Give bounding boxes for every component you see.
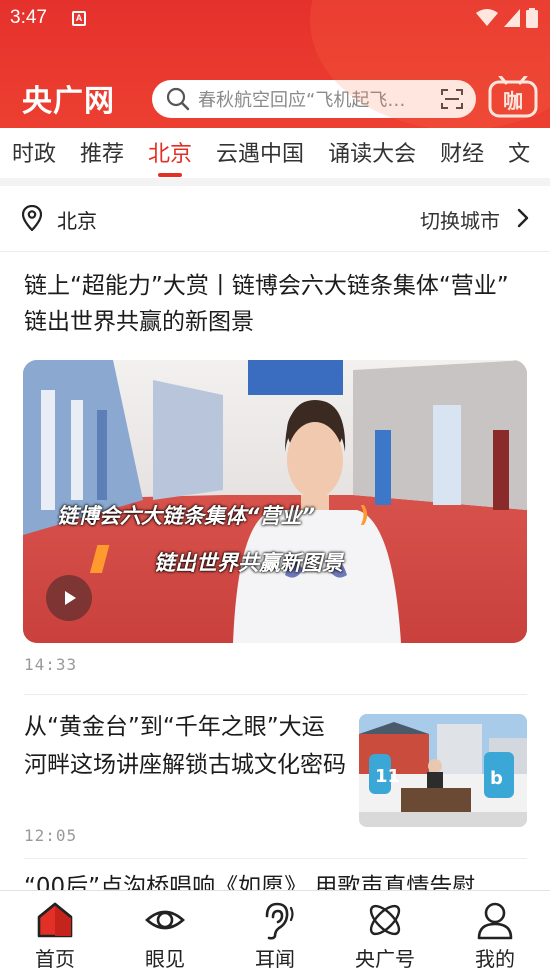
status-indicators	[476, 8, 538, 28]
tab-1[interactable]: 推荐	[80, 128, 124, 168]
nav-label: 耳闻	[255, 947, 295, 971]
article-title[interactable]: 链上“超能力”大赏丨链博会六大链条集体“营业” 链出世界共赢的新图景	[24, 268, 524, 340]
tab-2[interactable]: 北京	[148, 128, 192, 168]
location-bar: 北京 切换城市	[0, 186, 550, 252]
signal-icon	[504, 9, 520, 27]
article-title[interactable]: 从“黄金台”到“千年之眼”大运河畔这场讲座解锁古城文化密码	[24, 708, 346, 784]
location-pin-icon	[22, 205, 42, 231]
svg-text:b: b	[490, 768, 503, 789]
search-bar[interactable]: 春秋航空回应“飞机起飞…	[152, 80, 476, 118]
nav-label: 首页	[35, 947, 75, 971]
app-screen: 3:47 A 央广网 春秋航空回应“飞机起飞… 咖 时政 推荐 北京 云遇中国 …	[0, 0, 550, 979]
article-time: 14:33	[24, 655, 78, 674]
play-button[interactable]	[46, 575, 92, 621]
battery-icon	[526, 8, 538, 28]
divider	[24, 694, 527, 695]
svg-text:11: 11	[375, 766, 400, 787]
nav-ear[interactable]: 耳闻	[220, 891, 330, 979]
tab-5[interactable]: 财经	[440, 128, 484, 168]
status-bar: 3:47 A	[0, 0, 550, 36]
wifi-icon	[476, 9, 498, 26]
video-thumbnail[interactable]: ( ) 链博会六大链条集体“营业” 链出世界共赢新图景	[23, 360, 527, 643]
video-caption-line1: 链博会六大链条集体“营业”	[57, 504, 316, 528]
eye-icon	[145, 910, 185, 930]
search-placeholder: 春秋航空回应“飞机起飞…	[198, 90, 406, 111]
nav-label: 眼见	[145, 947, 185, 971]
nav-profile[interactable]: 我的	[440, 891, 550, 979]
tab-separator	[0, 178, 550, 186]
scan-icon[interactable]	[440, 88, 464, 110]
ear-icon	[265, 902, 294, 940]
bottom-navigation: 首页 眼见 耳闻 央广号 我的	[0, 890, 550, 979]
svg-text:咖: 咖	[503, 89, 523, 113]
tab-4[interactable]: 诵读大会	[328, 128, 416, 168]
app-logo[interactable]: 央广网	[22, 80, 115, 119]
notification-icon: A	[72, 11, 86, 26]
status-time: 3:47	[10, 7, 47, 28]
play-icon	[65, 591, 76, 605]
nav-label: 我的	[475, 947, 515, 971]
voice-broadcast-icon[interactable]: 咖	[488, 76, 538, 118]
video-caption-line2: 链出世界共赢新图景	[154, 551, 343, 575]
search-icon	[166, 87, 190, 111]
profile-icon	[477, 902, 513, 940]
channel-tabs: 时政 推荐 北京 云遇中国 诵读大会 财经文	[0, 128, 550, 178]
current-city: 北京	[57, 209, 97, 233]
switch-city-link[interactable]: 切换城市	[420, 205, 500, 234]
article-time: 12:05	[24, 826, 78, 845]
app-header: 3:47 A 央广网 春秋航空回应“飞机起飞… 咖	[0, 0, 550, 128]
home-icon	[37, 902, 73, 938]
divider	[24, 858, 527, 859]
chevron-right-icon[interactable]	[516, 208, 530, 228]
atom-icon	[369, 904, 401, 936]
tab-3[interactable]: 云遇中国	[216, 128, 304, 168]
svg-text:): )	[359, 503, 369, 528]
tab-6[interactable]: 文	[508, 128, 530, 168]
nav-cnr-account[interactable]: 央广号	[330, 891, 440, 979]
nav-eye[interactable]: 眼见	[110, 891, 220, 979]
article-thumbnail[interactable]: 11 b	[359, 714, 527, 827]
nav-label: 央广号	[355, 947, 415, 971]
tab-0[interactable]: 时政	[12, 128, 56, 168]
nav-home[interactable]: 首页	[0, 891, 110, 979]
thumbnail-image: 11 b	[359, 714, 527, 827]
